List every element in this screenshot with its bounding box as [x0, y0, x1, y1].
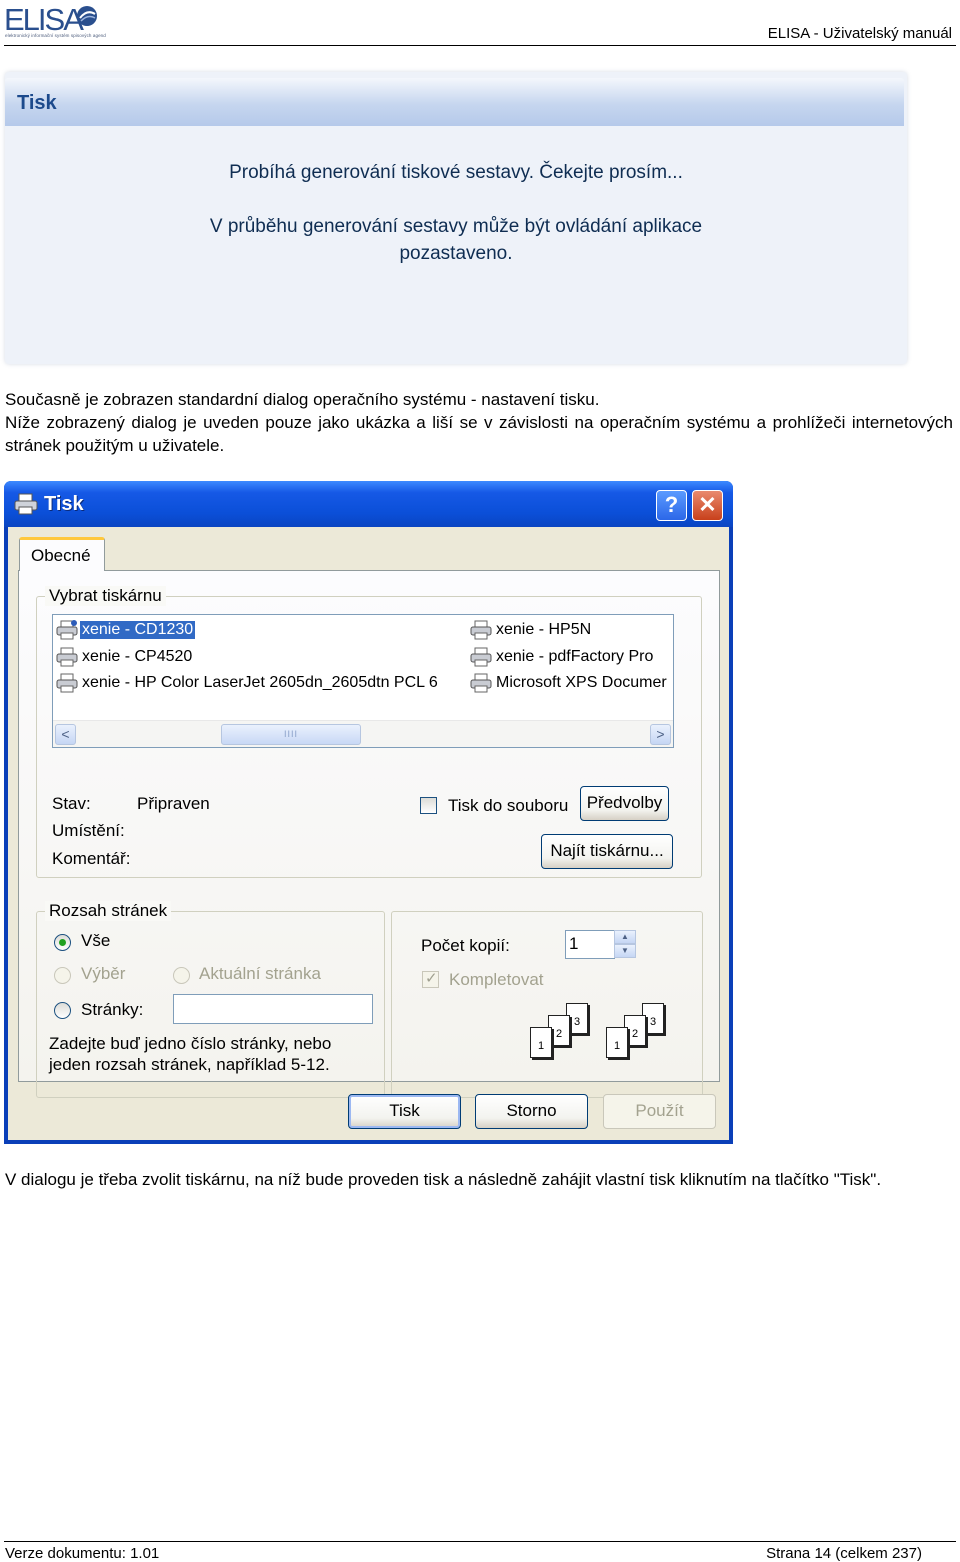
page-number: Strana 14 (celkem 237)	[766, 1545, 922, 1562]
range-hint-line1: Zadejte buď jedno číslo stránky, nebo	[49, 1034, 332, 1053]
print-dialog: Tisk ? ✕ Obecné Vybrat tiskárnu xenie - …	[4, 481, 733, 1144]
paragraph-intro: Současně je zobrazen standardní dialog o…	[5, 390, 600, 409]
dialog-title: Tisk	[44, 493, 84, 515]
select-printer-title: Vybrat tiskárnu	[45, 586, 166, 606]
page-sheet: 1	[530, 1027, 552, 1058]
printer-name: xenie - pdfFactory Pro	[496, 648, 654, 665]
progress-warning: V průběhu generování sestavy může být ov…	[5, 213, 907, 267]
network-printer-icon	[56, 673, 78, 693]
progress-warning-line1: V průběhu generování sestavy může být ov…	[209, 216, 703, 237]
collate-checkbox[interactable]	[422, 969, 439, 988]
scroll-right-button[interactable]: >	[650, 724, 671, 745]
cancel-button[interactable]: Storno	[475, 1094, 588, 1129]
print-to-file-checkbox[interactable]	[420, 797, 437, 814]
printer-icon	[14, 493, 38, 515]
range-pages-label: Stránky:	[81, 1000, 144, 1019]
comment-label: Komentář:	[52, 849, 131, 868]
copies-label: Počet kopií:	[421, 936, 510, 955]
progress-warning-line2: pozastaveno.	[399, 243, 513, 264]
copies-group: Počet kopií: 1 ▲ ▼ Kompletovat 3 2 1 3 2…	[391, 911, 703, 1098]
printer-name: xenie - CP4520	[82, 648, 193, 665]
elisa-logo: ELISA elektronický informační systém spi…	[4, 2, 106, 42]
scroll-left-button[interactable]: <	[55, 724, 76, 745]
progress-panel-header: Tisk	[5, 78, 904, 126]
range-hint-line2: jeden rozsah stránek, například 5-12.	[49, 1055, 330, 1074]
tab-general-label: Obecné	[31, 546, 91, 565]
spin-up-icon[interactable]: ▲	[614, 930, 636, 944]
progress-message: Probíhá generování tiskové sestavy. Čeke…	[229, 162, 683, 183]
range-current-page-label: Aktuální stránka	[199, 964, 321, 983]
find-printer-button[interactable]: Najít tiskárnu...	[541, 834, 673, 869]
range-pages-radio[interactable]	[54, 1002, 71, 1019]
range-selection-label: Výběr	[81, 964, 126, 983]
dialog-titlebar[interactable]: Tisk ? ✕	[4, 481, 733, 527]
apply-button[interactable]: Použít	[603, 1094, 716, 1129]
page-footer: Verze dokumentu: 1.01 Strana 14 (celkem …	[4, 1541, 956, 1562]
paragraph-instructions: V dialogu je třeba zvolit tiskárnu, na n…	[5, 1170, 882, 1189]
preferences-button[interactable]: Předvolby	[580, 786, 669, 821]
document-version: Verze dokumentu: 1.01	[5, 1545, 160, 1562]
network-printer-icon	[56, 647, 78, 667]
page-header: ELISA elektronický informační systém spi…	[4, 2, 956, 46]
printer-list[interactable]: xenie - CD1230 xenie - CP4520 xenie - HP…	[52, 614, 674, 748]
page-range-group: Rozsah stránek Vše Výběr Aktuální stránk…	[36, 901, 385, 1098]
horizontal-scrollbar[interactable]: < IIII >	[53, 720, 673, 747]
range-all-label: Vše	[81, 931, 111, 950]
document-title: ELISA - Uživatelský manuál	[767, 25, 952, 42]
spin-down-icon[interactable]: ▼	[614, 944, 636, 958]
printer-name: Microsoft XPS Documer	[496, 674, 667, 691]
page-sheet: 1	[606, 1027, 628, 1058]
printer-name: xenie - CD1230	[80, 621, 196, 639]
print-to-file-label: Tisk do souboru	[448, 796, 569, 815]
network-printer-icon	[56, 620, 78, 640]
dialog-body: Obecné Vybrat tiskárnu xenie - CD1230 xe…	[8, 527, 729, 1140]
progress-panel-title: Tisk	[17, 92, 57, 114]
network-printer-icon	[470, 620, 492, 640]
printer-icon	[470, 673, 492, 693]
range-all-radio[interactable]	[54, 934, 71, 951]
print-progress-panel: Tisk Probíhá generování tiskové sestavy.…	[5, 72, 907, 364]
select-printer-group: Vybrat tiskárnu xenie - CD1230 xenie - C…	[36, 586, 702, 878]
status-value: Připraven	[137, 794, 210, 813]
paragraph-dialog-note: Níže zobrazený dialog je uveden pouze ja…	[5, 413, 953, 455]
collate-label: Kompletovat	[449, 970, 544, 989]
printer-name: xenie - HP5N	[496, 621, 592, 638]
copies-spinner[interactable]: ▲ ▼	[614, 930, 636, 958]
network-printer-icon	[470, 647, 492, 667]
page-range-title: Rozsah stránek	[45, 901, 172, 921]
range-selection-radio[interactable]	[54, 967, 71, 984]
pages-input[interactable]	[173, 994, 373, 1024]
logo-tagline: elektronický informační systém spisových…	[5, 33, 106, 38]
range-current-page-radio[interactable]	[173, 967, 190, 984]
printer-name: xenie - HP Color LaserJet 2605dn_2605dtn…	[82, 674, 438, 691]
tab-general[interactable]: Obecné	[19, 537, 105, 571]
help-button[interactable]: ?	[656, 490, 687, 521]
print-button[interactable]: Tisk	[348, 1094, 461, 1129]
copies-input[interactable]: 1	[565, 930, 615, 959]
location-label: Umístění:	[52, 821, 125, 840]
close-button[interactable]: ✕	[692, 490, 723, 521]
status-label: Stav:	[52, 794, 91, 813]
scroll-thumb[interactable]: IIII	[221, 724, 361, 745]
logo-globe-icon	[77, 6, 97, 26]
